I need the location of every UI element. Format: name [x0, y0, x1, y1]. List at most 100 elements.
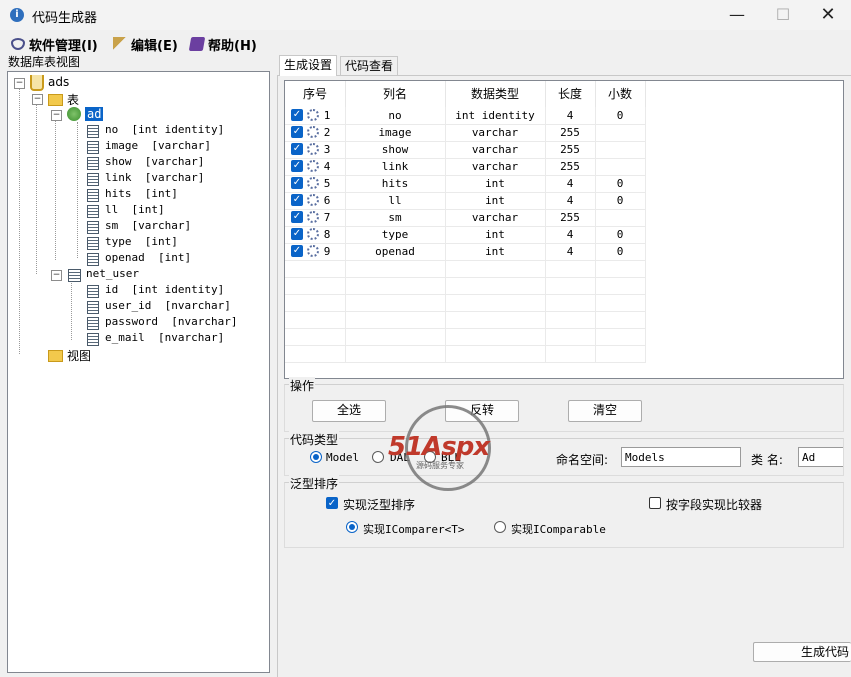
cell-name[interactable]: openad — [345, 243, 445, 260]
menu-edit[interactable]: 编辑(E) — [113, 34, 178, 54]
table-row[interactable]: ✓ 9 openad int 4 0 — [285, 243, 646, 261]
cell-decimal[interactable] — [595, 141, 645, 158]
tree-table-ad[interactable]: ad — [85, 107, 104, 121]
table-row[interactable]: ✓ 3 show varchar 255 — [285, 141, 646, 159]
tree-column[interactable]: image [varchar] — [105, 139, 211, 152]
database-tree[interactable]: − ads − 表 − ad no [int identity] image [… — [7, 71, 270, 673]
cell-length[interactable]: 4 — [545, 192, 595, 209]
cell-length[interactable]: 255 — [545, 141, 595, 158]
table-row[interactable]: ✓ 2 image varchar 255 — [285, 124, 646, 142]
namespace-input[interactable]: Models — [621, 447, 741, 467]
cell-decimal[interactable]: 0 — [595, 226, 645, 243]
cell-length[interactable]: 255 — [545, 124, 595, 141]
row-select-checkbox[interactable]: ✓ — [291, 245, 303, 257]
expand-ads-toggle[interactable]: − — [14, 78, 25, 89]
menu-help[interactable]: 帮助(H) — [188, 34, 257, 54]
tree-column[interactable]: e_mail [nvarchar] — [105, 331, 224, 344]
table-row[interactable]: ✓ 5 hits int 4 0 — [285, 175, 646, 193]
cell-type[interactable]: int — [445, 175, 545, 192]
table-row[interactable] — [285, 260, 646, 278]
cell-name[interactable]: sm — [345, 209, 445, 226]
tree-column[interactable]: ll [int] — [105, 203, 165, 216]
minimize-button[interactable]: — — [714, 0, 760, 30]
cell-length[interactable]: 4 — [545, 243, 595, 260]
cell-name[interactable]: ll — [345, 192, 445, 209]
cell-name[interactable]: no — [345, 107, 445, 124]
cell-name[interactable]: show — [345, 141, 445, 158]
table-row[interactable] — [285, 311, 646, 329]
radio-icomparer[interactable] — [346, 521, 358, 533]
table-row[interactable] — [285, 328, 646, 346]
tree-column[interactable]: sm [varchar] — [105, 219, 191, 232]
tab-code-view[interactable]: 代码查看 — [340, 56, 399, 75]
radio-icomparable[interactable] — [494, 521, 506, 533]
clear-button[interactable]: 清空 — [568, 400, 642, 422]
radio-dal[interactable] — [372, 451, 384, 463]
table-row[interactable]: ✓ 8 type int 4 0 — [285, 226, 646, 244]
table-row[interactable] — [285, 294, 646, 312]
cell-name[interactable]: type — [345, 226, 445, 243]
row-select-checkbox[interactable]: ✓ — [291, 143, 303, 155]
row-select-checkbox[interactable]: ✓ — [291, 228, 303, 240]
tree-column[interactable]: hits [int] — [105, 187, 178, 200]
cell-type[interactable]: varchar — [445, 124, 545, 141]
tree-column[interactable]: user_id [nvarchar] — [105, 299, 231, 312]
row-select-checkbox[interactable]: ✓ — [291, 126, 303, 138]
cell-type[interactable]: int — [445, 226, 545, 243]
cell-name[interactable]: hits — [345, 175, 445, 192]
cell-type[interactable]: int identity — [445, 107, 545, 124]
cell-type[interactable]: varchar — [445, 141, 545, 158]
table-row[interactable]: ✓ 6 ll int 4 0 — [285, 192, 646, 210]
cell-type[interactable]: varchar — [445, 209, 545, 226]
cell-type[interactable]: varchar — [445, 158, 545, 175]
cell-type[interactable]: int — [445, 243, 545, 260]
expand-tables-toggle[interactable]: − — [32, 94, 43, 105]
tree-column[interactable]: password [nvarchar] — [105, 315, 237, 328]
cell-decimal[interactable] — [595, 158, 645, 175]
row-select-checkbox[interactable]: ✓ — [291, 211, 303, 223]
menu-software[interactable]: 软件管理(I) — [11, 34, 98, 54]
cell-length[interactable]: 255 — [545, 158, 595, 175]
table-row[interactable]: ✓ 1 no int identity 4 0 — [285, 107, 646, 125]
cell-decimal[interactable]: 0 — [595, 192, 645, 209]
tree-folder-views[interactable]: 视图 — [67, 347, 91, 364]
table-row[interactable]: ✓ 7 sm varchar 255 — [285, 209, 646, 227]
by-field-checkbox[interactable] — [649, 497, 661, 509]
cell-type[interactable]: int — [445, 192, 545, 209]
cell-decimal[interactable] — [595, 209, 645, 226]
tree-column[interactable]: no [int identity] — [105, 123, 224, 136]
impl-sort-checkbox[interactable]: ✓ — [326, 497, 338, 509]
tab-generate-settings[interactable]: 生成设置 — [279, 55, 338, 76]
row-select-checkbox[interactable]: ✓ — [291, 160, 303, 172]
tree-column[interactable]: id [int identity] — [105, 283, 224, 296]
cell-length[interactable]: 4 — [545, 226, 595, 243]
tree-table-net-user[interactable]: net_user — [86, 267, 139, 280]
cell-length[interactable]: 4 — [545, 107, 595, 124]
cell-decimal[interactable] — [595, 124, 645, 141]
expand-net-user-toggle[interactable]: − — [51, 270, 62, 281]
tree-column[interactable]: type [int] — [105, 235, 178, 248]
row-select-checkbox[interactable]: ✓ — [291, 109, 303, 121]
radio-model[interactable] — [310, 451, 322, 463]
table-row[interactable] — [285, 345, 646, 363]
cell-length[interactable]: 4 — [545, 175, 595, 192]
cell-name[interactable]: image — [345, 124, 445, 141]
table-row[interactable]: ✓ 4 link varchar 255 — [285, 158, 646, 176]
cell-decimal[interactable]: 0 — [595, 243, 645, 260]
generate-code-button[interactable]: 生成代码 — [753, 642, 851, 662]
cell-decimal[interactable]: 0 — [595, 175, 645, 192]
tree-db-ads[interactable]: ads — [48, 75, 69, 89]
column-grid[interactable]: 序号 列名 数据类型 长度 小数 ✓ 1 no int identity 4 0 ✓ 2 ima… — [284, 80, 844, 379]
tree-column[interactable]: link [varchar] — [105, 171, 204, 184]
tree-folder-tables[interactable]: 表 — [67, 91, 79, 108]
table-row[interactable] — [285, 277, 646, 295]
row-select-checkbox[interactable]: ✓ — [291, 177, 303, 189]
cell-decimal[interactable]: 0 — [595, 107, 645, 124]
tree-column[interactable]: openad [int] — [105, 251, 191, 264]
expand-ad-toggle[interactable]: − — [51, 110, 62, 121]
close-button[interactable]: ✕ — [805, 0, 851, 30]
cell-name[interactable]: link — [345, 158, 445, 175]
class-name-input[interactable]: Ad — [798, 447, 843, 467]
tree-column[interactable]: show [varchar] — [105, 155, 204, 168]
select-all-button[interactable]: 全选 — [312, 400, 386, 422]
